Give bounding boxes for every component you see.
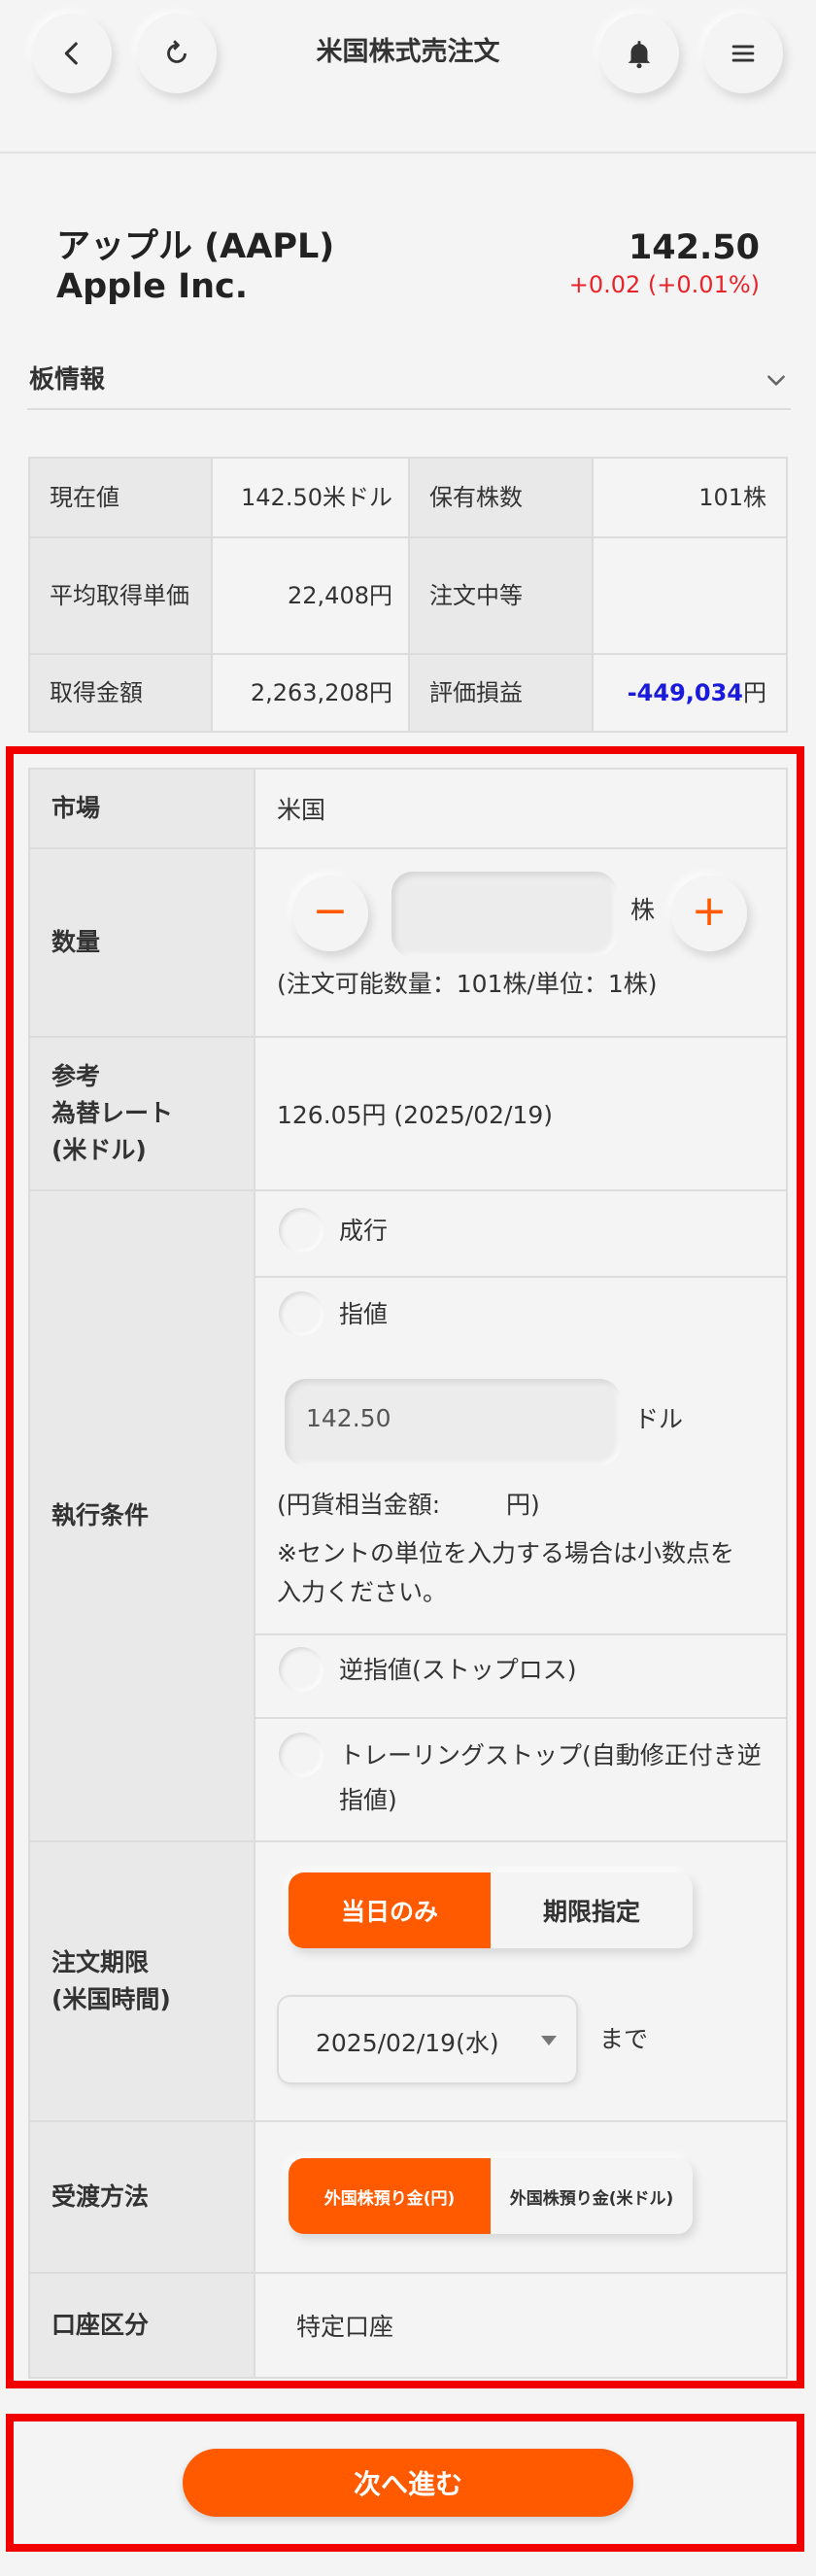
hamburger-menu-icon <box>731 45 755 62</box>
table-row: 現在値 142.50米ドル 保有株数 101株 <box>28 457 788 538</box>
order-form-highlight <box>6 746 804 2388</box>
bell-icon <box>628 41 651 69</box>
app-header: 米国株式売注文 <box>0 0 816 154</box>
menu-button[interactable] <box>703 14 783 93</box>
price-change: +0.02 <box>568 271 641 298</box>
table-cell-label: 保有株数 <box>408 457 594 538</box>
order-board-toggle[interactable]: 板情報 <box>27 350 791 410</box>
table-cell-label: 注文中等 <box>408 536 594 655</box>
stock-price: 142.50 <box>628 228 760 267</box>
unrealized-pl-value: -449,034円 <box>592 653 788 733</box>
stock-english-name: Apple Inc. <box>56 267 249 306</box>
pending-order-value <box>592 536 788 655</box>
table-cell-label: 現在値 <box>28 457 213 538</box>
unrealized-pl-unit: 円 <box>743 679 766 706</box>
table-cell-label: 取得金額 <box>28 653 213 733</box>
notification-button[interactable] <box>599 14 679 93</box>
next-button[interactable]: 次へ進む <box>183 2449 633 2517</box>
holding-info-table: 現在値 142.50米ドル 保有株数 101株 平均取得単価 22,408円 注… <box>28 457 788 733</box>
unrealized-pl-number: -449,034 <box>627 679 743 706</box>
holding-shares-value: 101株 <box>592 457 788 538</box>
chevron-down-icon <box>767 375 785 386</box>
current-price-value: 142.50米ドル <box>211 457 410 538</box>
table-row: 平均取得単価 22,408円 注文中等 <box>28 536 788 655</box>
table-cell-label: 平均取得単価 <box>28 536 213 655</box>
price-change-percent: (+0.01%) <box>647 271 760 298</box>
acquisition-amount-value: 2,263,208円 <box>211 653 410 733</box>
avg-cost-value: 22,408円 <box>211 536 410 655</box>
stock-change: +0.02 (+0.01%) <box>569 268 760 301</box>
page-title: 米国株式売注文 <box>316 37 500 67</box>
table-cell-label: 評価損益 <box>408 653 594 733</box>
table-row: 取得金額 2,263,208円 評価損益 -449,034円 <box>28 653 788 733</box>
board-label: 板情報 <box>29 365 106 395</box>
stock-name: アップル (AAPL) <box>56 227 335 266</box>
